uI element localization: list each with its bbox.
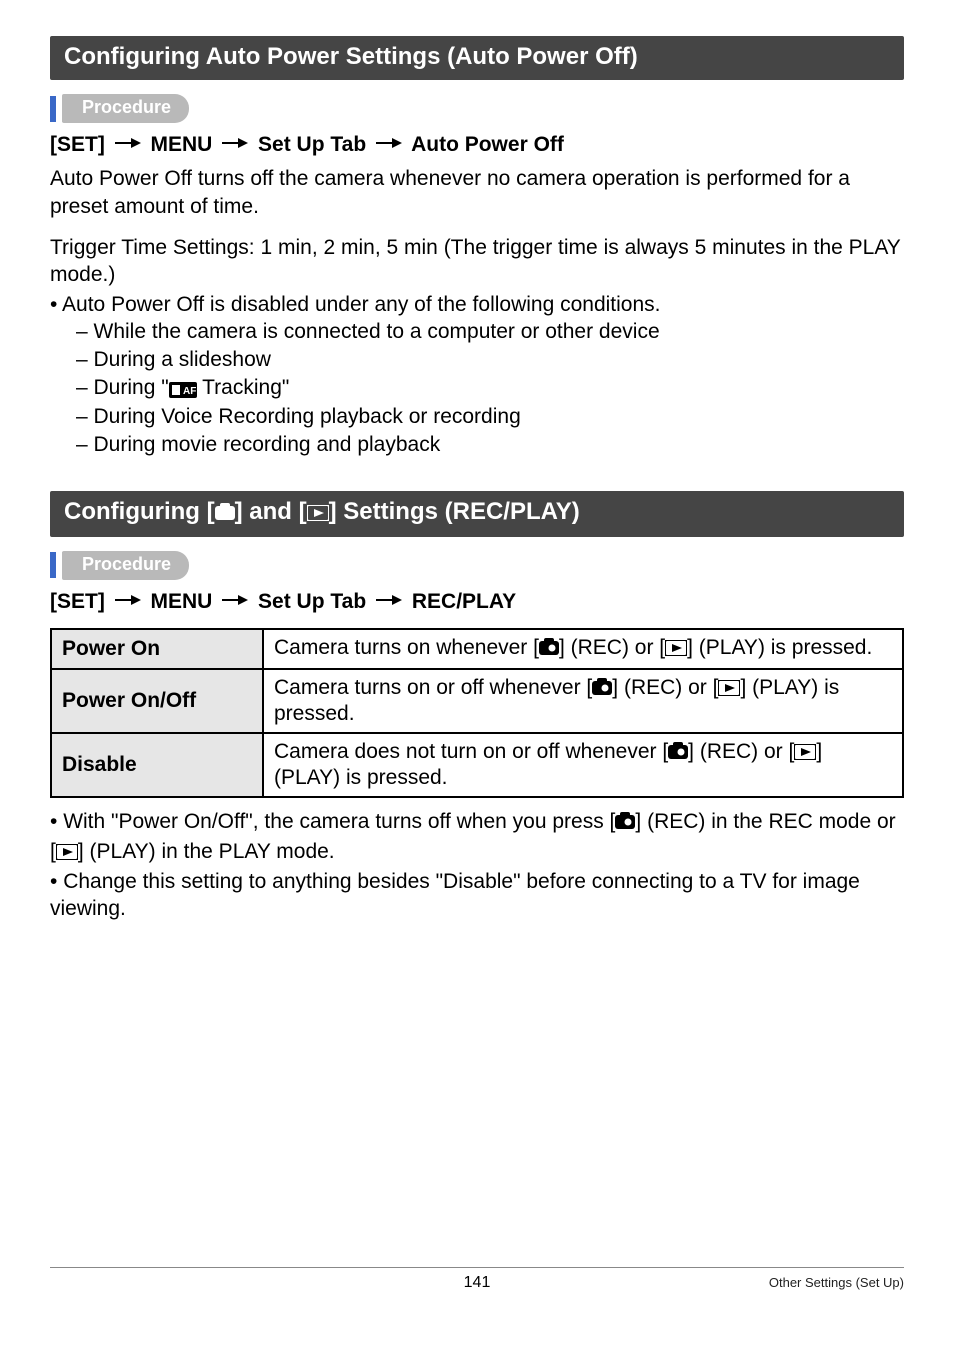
list-item: During movie recording and playback (76, 431, 904, 459)
text-fragment: Camera turns on or off whenever [ (274, 676, 592, 699)
text-fragment: ] (REC) or [ (559, 636, 665, 659)
tracking-af-icon (169, 376, 197, 404)
play-icon (665, 638, 687, 662)
play-icon (56, 840, 78, 868)
table-cell: Camera turns on or off whenever [ ] (REC)… (263, 669, 903, 733)
path-step: Set Up Tab (258, 133, 366, 156)
procedure-header: Procedure (50, 94, 904, 123)
path-step: [SET] (50, 133, 105, 156)
procedure-label: Procedure (62, 94, 189, 123)
table-row: Power On Camera turns on whenever [ ] (RE… (51, 629, 903, 669)
section-heading-rec-play: Configuring [ ] and [ ] Settings (REC/PLAY… (50, 491, 904, 537)
paragraph: Auto Power Off turns off the camera when… (50, 165, 904, 220)
section-heading-auto-power-off: Configuring Auto Power Settings (Auto Po… (50, 36, 904, 80)
procedure-tick (50, 552, 56, 578)
arrow-right-icon (115, 129, 141, 157)
rec-icon (592, 678, 612, 702)
list-item: With "Power On/Off", the camera turns of… (50, 808, 904, 867)
arrow-right-icon (115, 586, 141, 614)
rec-icon (215, 500, 235, 528)
path-step: Auto Power Off (411, 133, 564, 156)
menu-path-auto-power-off: [SET] MENU Set Up Tab Auto Power Off (50, 131, 904, 159)
arrow-right-icon (376, 129, 402, 157)
procedure-chevron-icon (62, 552, 76, 578)
notes-list: With "Power On/Off", the camera turns of… (50, 808, 904, 923)
text-fragment: ] Settings (REC/PLAY) (329, 498, 580, 525)
table-header-cell: Power On/Off (51, 669, 263, 733)
text-fragment: ] (PLAY) is pressed. (687, 636, 872, 659)
table-row: Power On/Off Camera turns on or off when… (51, 669, 903, 733)
rec-icon (539, 638, 559, 662)
text-fragment: With "Power On/Off", the camera turns of… (63, 810, 615, 833)
play-icon (718, 678, 740, 702)
text-fragment: ] (PLAY) in the PLAY mode. (78, 840, 335, 863)
table-row: Disable Camera does not turn on or off w… (51, 733, 903, 797)
list-item: Change this setting to anything besides … (50, 868, 904, 923)
paragraph: Trigger Time Settings: 1 min, 2 min, 5 m… (50, 234, 904, 289)
table-cell: Camera turns on whenever [ ] (REC) or [ ] … (263, 629, 903, 669)
page: Configuring Auto Power Settings (Auto Po… (0, 0, 954, 1320)
arrow-right-icon (222, 129, 248, 157)
list-item: Auto Power Off is disabled under any of … (50, 291, 904, 459)
text-fragment: Camera turns on whenever [ (274, 636, 539, 659)
text-fragment: ] and [ (235, 498, 307, 525)
bullet-list: Auto Power Off is disabled under any of … (50, 291, 904, 459)
path-step: Set Up Tab (258, 590, 366, 613)
text-fragment: ] (REC) or [ (612, 676, 718, 699)
list-item: During Voice Recording playback or recor… (76, 403, 904, 431)
options-table: Power On Camera turns on whenever [ ] (RE… (50, 628, 904, 798)
play-icon (794, 742, 816, 766)
list-item: While the camera is connected to a compu… (76, 318, 904, 346)
procedure-label: Procedure (62, 551, 189, 580)
menu-path-rec-play: [SET] MENU Set Up Tab REC/PLAY (50, 588, 904, 616)
sub-bullet-list: While the camera is connected to a compu… (50, 318, 904, 459)
rec-icon (615, 810, 635, 838)
list-item: During a slideshow (76, 346, 904, 374)
path-step: MENU (151, 133, 213, 156)
rec-icon (668, 742, 688, 766)
path-step: [SET] (50, 590, 105, 613)
text-fragment: Tracking" (197, 376, 290, 399)
procedure-header: Procedure (50, 551, 904, 580)
table-header-cell: Power On (51, 629, 263, 669)
list-item: During " Tracking" (76, 374, 904, 404)
arrow-right-icon (376, 586, 402, 614)
arrow-right-icon (222, 586, 248, 614)
text-fragment: Configuring [ (64, 498, 215, 525)
list-text: Auto Power Off is disabled under any of … (62, 293, 660, 316)
table-header-cell: Disable (51, 733, 263, 797)
footer-section-label: Other Settings (Set Up) (769, 1275, 904, 1290)
text-fragment: ] (REC) or [ (688, 740, 794, 763)
procedure-tick (50, 96, 56, 122)
text-fragment: During " (94, 376, 169, 399)
path-step: MENU (151, 590, 213, 613)
text-fragment: Camera does not turn on or off whenever … (274, 740, 668, 763)
procedure-chevron-icon (62, 96, 76, 122)
table-cell: Camera does not turn on or off whenever … (263, 733, 903, 797)
footer-rule (50, 1267, 904, 1268)
play-icon (307, 500, 329, 528)
path-step: REC/PLAY (412, 590, 516, 613)
